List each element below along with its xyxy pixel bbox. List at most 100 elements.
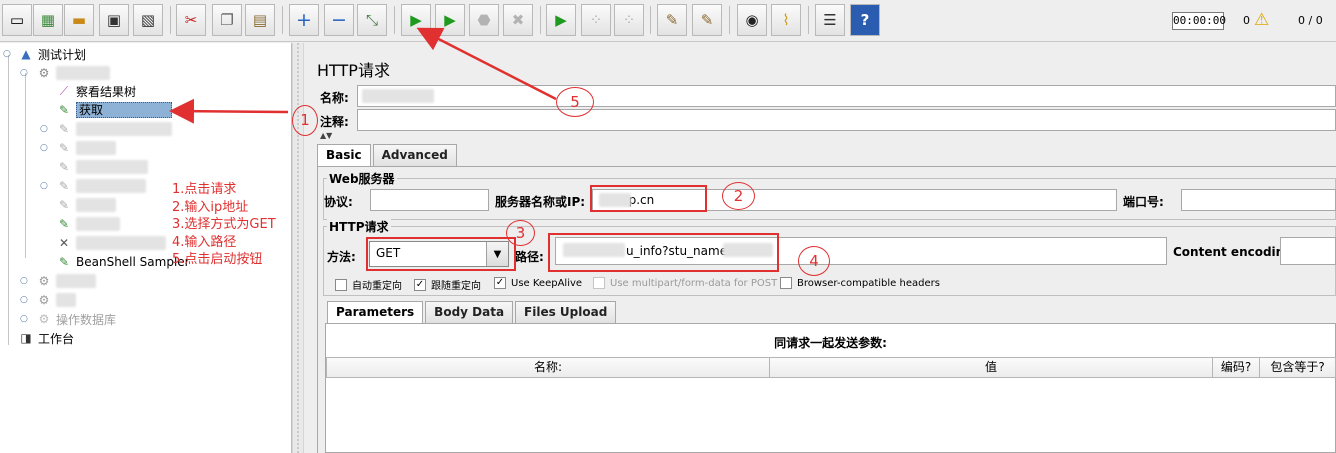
tree-node-beanshell[interactable]: ✎ BeanShell Sampler xyxy=(56,253,190,271)
tree-node-sampler[interactable]: ✎ xyxy=(56,158,148,176)
tree-node-thread-group[interactable]: ⚙ xyxy=(36,272,96,290)
expand-icon[interactable]: + xyxy=(289,4,319,36)
expand-toggle-icon[interactable]: ○ xyxy=(20,276,28,286)
open-icon[interactable]: ▬ xyxy=(64,4,94,36)
page-title: HTTP请求 xyxy=(317,61,390,80)
start-icon[interactable]: ▶ xyxy=(401,4,431,36)
content-encoding-field[interactable] xyxy=(1280,237,1336,265)
tree-node-debug[interactable]: ✕ xyxy=(56,234,166,252)
save-icon[interactable]: ▣ xyxy=(99,4,129,36)
expand-toggle-icon[interactable]: ○ xyxy=(40,181,48,191)
sampler-pipette-icon: ✎ xyxy=(58,179,70,193)
browser-headers-checkbox[interactable]: Browser-compatible headers xyxy=(780,277,940,289)
comment-field[interactable] xyxy=(357,109,1336,131)
tree-node-label: 工作台 xyxy=(38,331,75,346)
tree-node-workbench[interactable]: ◨ 工作台 xyxy=(18,329,74,347)
annotation-steps: 1.点击请求 2.输入ip地址 3.选择方式为GET 4.输入路径 5.点击启动… xyxy=(172,182,276,267)
sampler-pipette-icon: ✎ xyxy=(58,255,70,269)
protocol-field[interactable] xyxy=(370,189,489,211)
shutdown-icon[interactable]: ✖ xyxy=(503,4,533,36)
warning-icon[interactable]: ⚠ xyxy=(1254,10,1269,30)
tab-files-upload[interactable]: Files Upload xyxy=(515,301,617,323)
gear-icon: ⚙ xyxy=(38,274,50,288)
annotation-marker-2: 2 xyxy=(722,182,755,210)
expand-toggle-icon[interactable]: ○ xyxy=(20,295,28,305)
http-request-group-title: HTTP请求 xyxy=(327,218,391,235)
tab-basic[interactable]: Basic xyxy=(317,144,371,166)
clear-all-icon[interactable]: ✎ xyxy=(692,4,722,36)
test-plan-icon: ▲ xyxy=(21,47,31,61)
tree-node-results-tree[interactable]: ⟋ 察看结果树 xyxy=(56,82,136,100)
reset-search-broom-icon[interactable]: ⌇ xyxy=(771,4,801,36)
gear-icon: ⚙ xyxy=(38,66,50,80)
remote-start-icon[interactable]: ▶ xyxy=(546,4,576,36)
name-field[interactable] xyxy=(357,85,1336,107)
tab-advanced[interactable]: Advanced xyxy=(372,144,457,166)
collapse-icon[interactable]: − xyxy=(324,4,354,36)
clear-icon[interactable]: ✎ xyxy=(657,4,687,36)
save-as-icon[interactable]: ▧ xyxy=(133,4,163,36)
expand-toggle-icon[interactable]: ○ xyxy=(40,124,48,134)
new-icon[interactable]: ▭ xyxy=(2,4,32,36)
tree-node-label: 操作数据库 xyxy=(56,312,117,327)
follow-redirect-checkbox[interactable]: ✓ 跟随重定向 xyxy=(414,277,481,292)
multipart-checkbox: Use multipart/form-data for POST xyxy=(593,277,777,289)
tree-node-label: 察看结果树 xyxy=(76,84,137,99)
tree-node-test-plan[interactable]: ▲ 测试计划 xyxy=(18,45,86,63)
column-header-name[interactable]: 名称: xyxy=(326,357,770,378)
sampler-pipette-icon: ✎ xyxy=(58,198,70,212)
tree-node-thread-group[interactable]: ⚙ xyxy=(36,64,110,82)
tab-parameters[interactable]: Parameters xyxy=(327,301,424,323)
parameters-tabs: Parameters Body Data Files Upload xyxy=(327,301,618,323)
expand-toggle-icon[interactable]: ○ xyxy=(3,49,11,59)
warning-count: 0 xyxy=(1243,14,1250,27)
gear-icon: ⚙ xyxy=(38,293,50,307)
annotation-box-path xyxy=(548,233,779,272)
tree-node-sampler[interactable]: ✎ xyxy=(56,139,116,157)
help-icon[interactable]: ? xyxy=(850,4,880,36)
column-header-include-equals[interactable]: 包含等于? xyxy=(1259,357,1336,378)
remote-stop-icon[interactable]: ⁘ xyxy=(581,4,611,36)
tab-body-data[interactable]: Body Data xyxy=(425,301,514,323)
toggle-icon[interactable]: ⤡ xyxy=(357,4,387,36)
sampler-pipette-icon: ✎ xyxy=(58,141,70,155)
sampler-pipette-icon: ✎ xyxy=(58,160,70,174)
active-thread-count: 0 / 0 xyxy=(1298,14,1323,27)
expand-toggle-icon[interactable]: ○ xyxy=(20,314,28,324)
paste-icon[interactable]: ▤ xyxy=(245,4,275,36)
tree-node-thread-group[interactable]: ⚙ xyxy=(36,291,76,309)
cut-icon[interactable]: ✂ xyxy=(176,4,206,36)
annotation-marker-1: 1 xyxy=(292,105,318,136)
tree-node-sampler[interactable]: ✎ xyxy=(56,215,120,233)
basic-advanced-tabs: Basic Advanced xyxy=(317,144,459,166)
auto-redirect-checkbox[interactable]: 自动重定向 xyxy=(335,277,402,292)
remote-exit-icon[interactable]: ⁘ xyxy=(614,4,644,36)
method-label: 方法: xyxy=(327,250,356,264)
tree-node-http-request-selected[interactable]: ✎ 获取 xyxy=(56,101,172,119)
tree-node-label: 获取 xyxy=(76,102,172,118)
templates-icon[interactable]: ▦ xyxy=(33,4,63,36)
expand-toggle-icon[interactable]: ○ xyxy=(20,68,28,78)
annotation-marker-5: 5 xyxy=(556,87,594,117)
comment-label: 注释: xyxy=(320,115,349,129)
column-header-encode[interactable]: 编码? xyxy=(1212,357,1260,378)
tree-node-sampler[interactable]: ✎ xyxy=(56,196,116,214)
search-binoculars-icon[interactable]: ◉ xyxy=(737,4,767,36)
stop-icon[interactable]: ⬣ xyxy=(469,4,499,36)
port-field[interactable] xyxy=(1181,189,1336,211)
sampler-pipette-icon: ✎ xyxy=(58,103,70,117)
tree-node-sampler[interactable]: ✎ xyxy=(56,177,146,195)
keepalive-checkbox[interactable]: ✓ Use KeepAlive xyxy=(494,277,582,289)
annotation-box-server xyxy=(590,185,707,212)
tree-node-sampler[interactable]: ✎ xyxy=(56,120,172,138)
copy-icon[interactable]: ❐ xyxy=(212,4,242,36)
column-header-value[interactable]: 值 xyxy=(769,357,1213,378)
function-helper-icon[interactable]: ☰ xyxy=(815,4,845,36)
content-encoding-label: Content encoding: xyxy=(1173,245,1298,259)
gear-icon: ⚙ xyxy=(38,312,50,326)
expand-toggle-icon[interactable]: ○ xyxy=(40,143,48,153)
web-server-group-title: Web服务器 xyxy=(327,170,397,187)
collapse-arrow-icon[interactable]: ▲▼ xyxy=(320,131,332,140)
start-no-pause-icon[interactable]: ▶ xyxy=(435,4,465,36)
tree-node-db-ops[interactable]: ⚙ 操作数据库 xyxy=(36,310,116,328)
